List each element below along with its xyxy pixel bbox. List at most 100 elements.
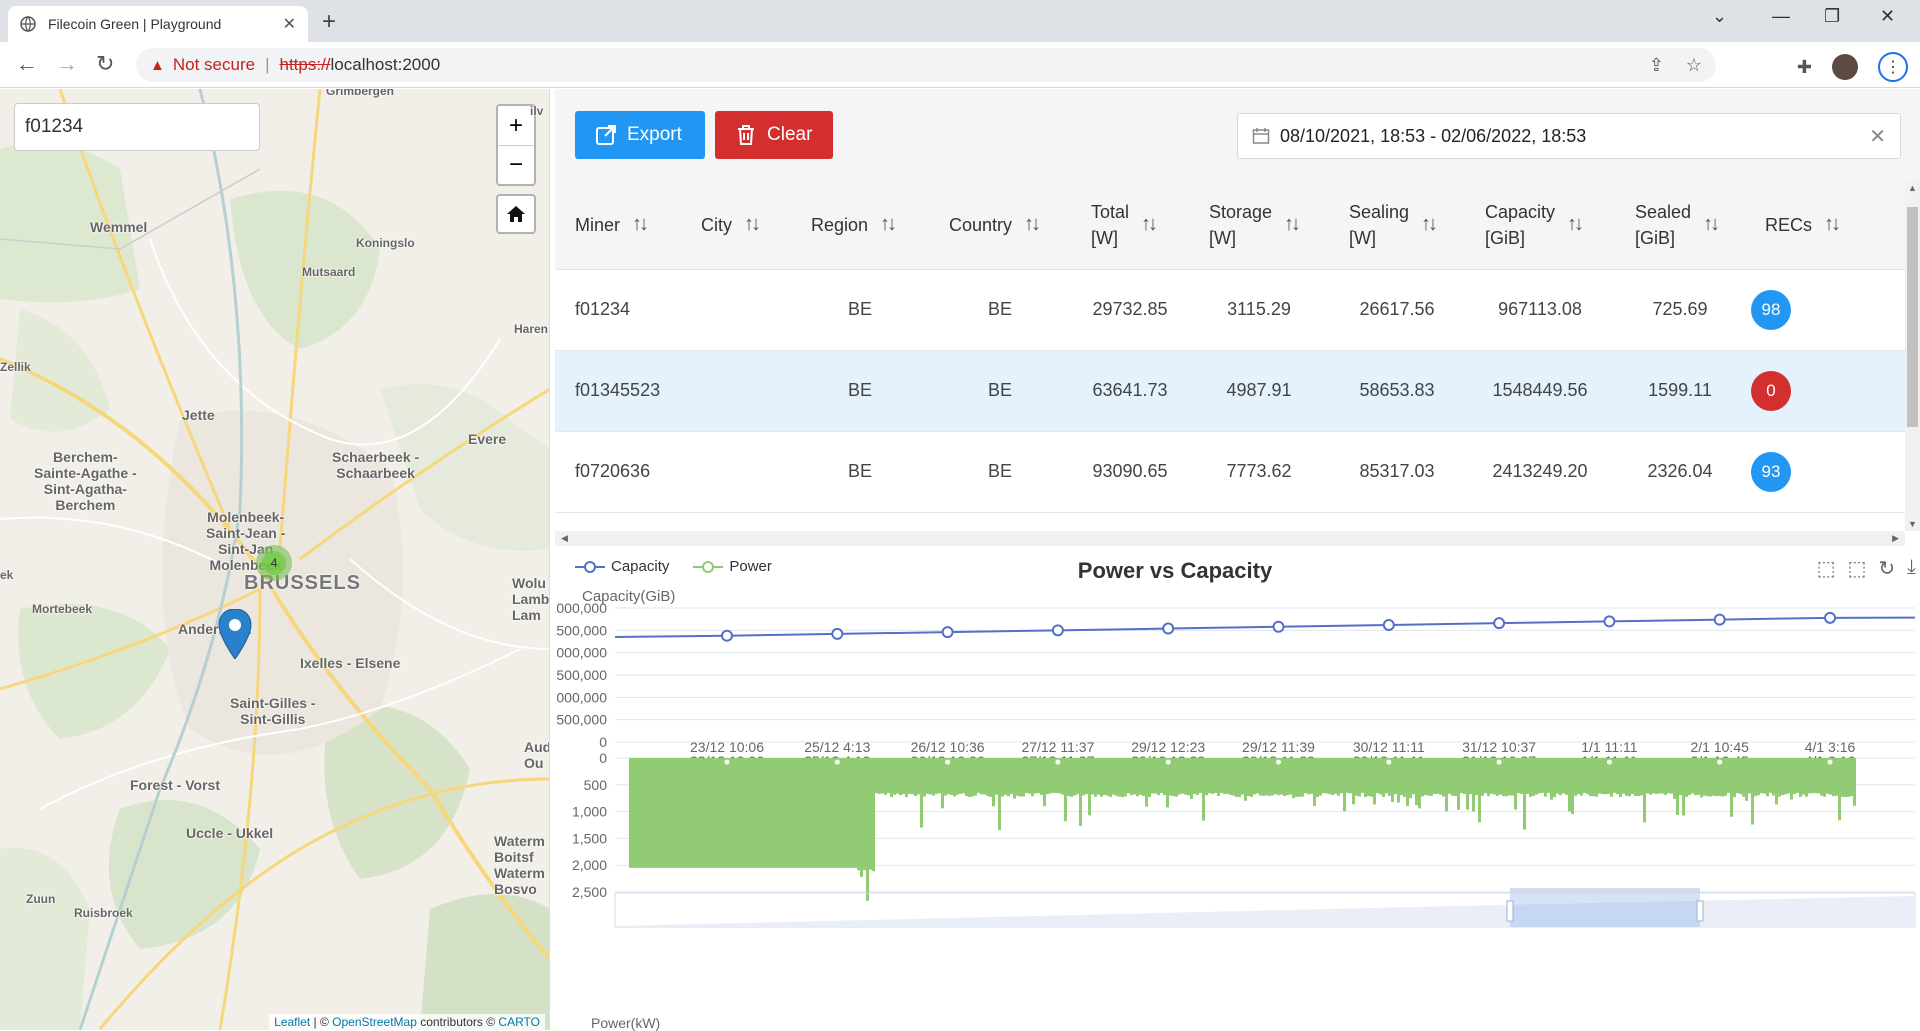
date-range-picker[interactable]: 08/10/2021, 18:53 - 02/06/2022, 18:53 ✕	[1237, 113, 1901, 159]
legend-item-power[interactable]: Power	[693, 558, 772, 575]
zoom-reset-icon[interactable]: ⬚	[1847, 556, 1866, 581]
power-bar	[1376, 758, 1379, 794]
zoom-in-button[interactable]: +	[498, 106, 534, 145]
forward-icon[interactable]: →	[56, 52, 78, 76]
column-header-city[interactable]: City ↑↓	[681, 181, 791, 270]
power-bar	[1370, 758, 1373, 797]
table-row[interactable]: f01345523 BE BE 63641.73 4987.91 58653.83 1548…	[555, 350, 1905, 432]
sort-icon[interactable]: ↑↓	[1284, 213, 1301, 236]
sort-icon[interactable]: ↑↓	[880, 213, 897, 236]
column-header-country[interactable]: Country ↑↓	[929, 181, 1071, 270]
power-bar	[1502, 758, 1505, 797]
legend-item-capacity[interactable]: Capacity	[575, 558, 669, 575]
column-header-total[interactable]: Total [W] ↑↓	[1071, 181, 1189, 270]
recs-badge[interactable]: 0	[1751, 370, 1791, 411]
capacity-point	[1713, 613, 1726, 626]
new-tab-icon[interactable]: +	[322, 8, 336, 36]
url-field[interactable]: ▲ Not secure | https:// localhost:2000 ⇪…	[136, 48, 1716, 82]
sort-icon[interactable]: ↑↓	[1703, 213, 1720, 236]
power-bar	[1709, 758, 1712, 797]
power-bar	[719, 758, 722, 868]
column-header-sealing[interactable]: Sealing [W] ↑↓	[1329, 181, 1465, 270]
tab-search-icon[interactable]: ⌄	[1712, 6, 1727, 27]
power-bar	[932, 758, 935, 796]
table-vertical-scrollbar[interactable]: ▲ ▼	[1905, 181, 1920, 531]
sort-icon[interactable]: ↑↓	[744, 213, 761, 236]
capacity-tick-label: 1,500,000	[555, 667, 607, 683]
map-cluster-marker[interactable]: 4	[256, 545, 292, 581]
scrollbar-thumb[interactable]	[1907, 207, 1918, 427]
zoom-out-button[interactable]: −	[498, 145, 534, 184]
browser-tab[interactable]: Filecoin Green | Playground ✕	[8, 6, 308, 42]
cell-capacity: 1548449.56	[1465, 350, 1615, 432]
share-icon[interactable]: ⇪	[1649, 55, 1664, 76]
profile-avatar[interactable]	[1832, 54, 1858, 80]
recs-badge[interactable]: 98	[1751, 289, 1791, 330]
home-button[interactable]	[496, 194, 536, 234]
restore-icon[interactable]: ❐	[1824, 6, 1840, 27]
power-bar	[692, 758, 695, 868]
sort-icon[interactable]: ↑↓	[1421, 213, 1438, 236]
cell-sealing: 85317.03	[1329, 431, 1465, 513]
clear-date-icon[interactable]: ✕	[1869, 124, 1886, 149]
power-bar	[1289, 758, 1292, 795]
map-panel[interactable]: + − Grimbergen ilv Wemmel Koningslo Muts…	[0, 89, 550, 1030]
recs-badge[interactable]: 93	[1751, 451, 1791, 492]
tab-close-icon[interactable]: ✕	[283, 14, 296, 34]
power-bar	[1730, 758, 1733, 817]
chart-legend: Capacity Power	[575, 558, 772, 575]
cell-recs: 93	[1745, 431, 1905, 513]
power-bar	[1670, 758, 1673, 794]
close-window-icon[interactable]: ✕	[1880, 6, 1895, 27]
sort-icon[interactable]: ↑↓	[632, 213, 649, 236]
column-header-recs[interactable]: RECs ↑↓	[1745, 181, 1905, 270]
power-bar	[1445, 758, 1448, 812]
sort-icon[interactable]: ↑↓	[1567, 213, 1584, 236]
scroll-left-icon[interactable]: ◀	[561, 533, 568, 544]
osm-link[interactable]: OpenStreetMap	[332, 1015, 417, 1029]
scroll-down-icon[interactable]: ▼	[1908, 519, 1917, 529]
column-header-sealed[interactable]: Sealed [GiB] ↑↓	[1615, 181, 1745, 270]
power-bar	[1700, 758, 1703, 798]
bookmark-star-icon[interactable]: ☆	[1686, 55, 1702, 76]
clear-button[interactable]: Clear	[715, 111, 833, 159]
power-bar	[848, 758, 851, 868]
export-button[interactable]: Export	[575, 111, 705, 159]
column-header-storage[interactable]: Storage [W] ↑↓	[1189, 181, 1329, 270]
table-row[interactable]: f0720636 BE BE 93090.65 7773.62 85317.03 24132…	[555, 431, 1905, 513]
power-bar	[1064, 758, 1067, 822]
capacity-point	[1603, 615, 1616, 628]
map-search-input[interactable]	[14, 103, 260, 151]
column-header-capacity[interactable]: Capacity [GiB] ↑↓	[1465, 181, 1615, 270]
sort-icon[interactable]: ↑↓	[1141, 213, 1158, 236]
not-secure-label[interactable]: Not secure	[173, 55, 255, 75]
power-bar	[1592, 758, 1595, 797]
sort-icon[interactable]: ↑↓	[1824, 213, 1841, 236]
map-pin-icon[interactable]	[218, 609, 252, 659]
table-row[interactable]: f01234 BE BE 29732.85 3115.29 26617.56 967113.…	[555, 269, 1905, 351]
carto-link[interactable]: CARTO	[498, 1015, 540, 1029]
refresh-icon[interactable]: ↻	[1878, 556, 1895, 581]
leaflet-link[interactable]: Leaflet	[274, 1015, 310, 1029]
power-bar	[1448, 758, 1451, 794]
scroll-right-icon[interactable]: ▶	[1892, 533, 1899, 544]
power-capacity-chart[interactable]: 3,000,0002,500,0002,000,0001,500,0001,00…	[555, 546, 1920, 1031]
zoom-select-icon[interactable]: ⬚	[1817, 556, 1836, 581]
power-bar	[629, 758, 632, 868]
column-header-region[interactable]: Region ↑↓	[791, 181, 929, 270]
column-header-miner[interactable]: Miner ↑↓	[555, 181, 681, 270]
table-horizontal-scrollbar[interactable]: ◀ ▶	[555, 531, 1905, 546]
sort-icon[interactable]: ↑↓	[1024, 213, 1041, 236]
download-icon[interactable]: ⤓	[1907, 556, 1916, 581]
power-axis-name: Power(kW)	[591, 1015, 661, 1031]
browser-menu-icon[interactable]: ⋮	[1878, 52, 1908, 82]
power-bar	[1040, 758, 1043, 795]
power-bar	[776, 758, 779, 868]
back-icon[interactable]: ←	[16, 52, 38, 76]
minimize-icon[interactable]: —	[1772, 6, 1790, 27]
extensions-icon[interactable]: ✚	[1797, 57, 1812, 78]
reload-icon[interactable]: ↻	[96, 52, 114, 76]
power-bar	[1328, 758, 1331, 795]
scroll-up-icon[interactable]: ▲	[1908, 183, 1917, 193]
power-bar	[1193, 758, 1196, 794]
